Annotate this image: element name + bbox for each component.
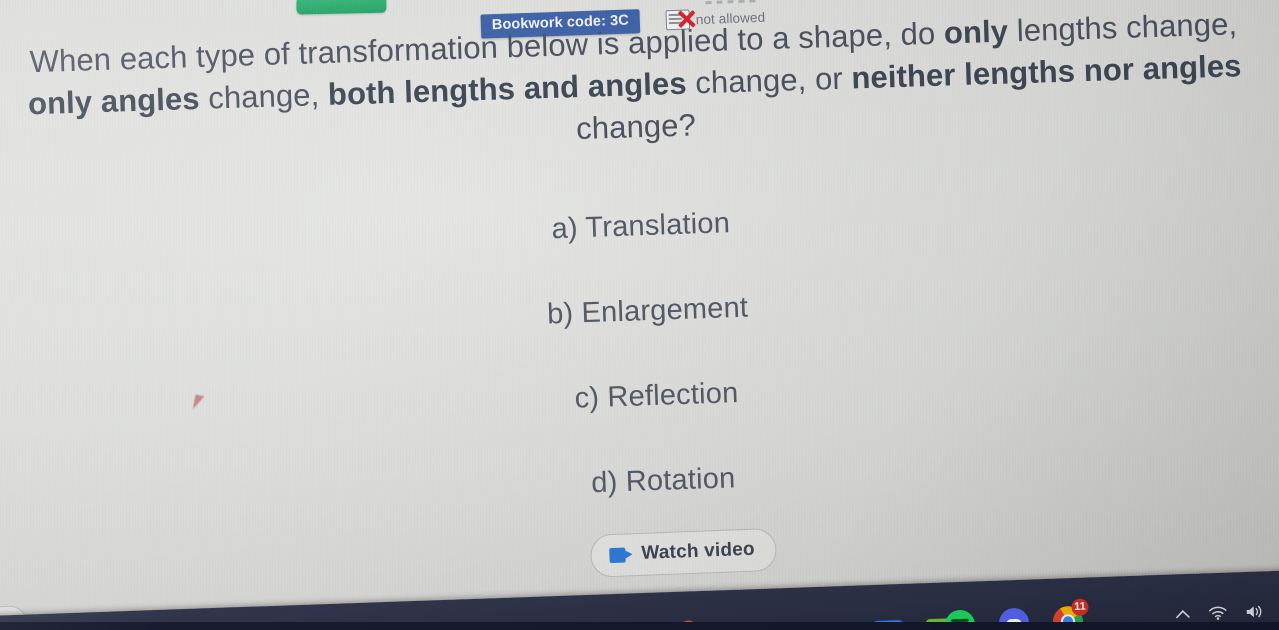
question-part-2: lengths change,: [1007, 6, 1238, 49]
question-part-3: change,: [199, 76, 329, 116]
watch-video-label: Watch video: [641, 538, 756, 564]
question-bold-4: neither lengths nor angles: [850, 48, 1242, 96]
quiz-page: Bookwork code: 3C not allowed When each …: [0, 0, 1279, 630]
video-camera-icon: [609, 547, 633, 563]
laptop-screen: Bookwork code: 3C not allowed When each …: [0, 0, 1279, 630]
chrome-notification-badge: 11: [1071, 598, 1089, 617]
question-bold-3: both lengths and angles: [327, 65, 688, 112]
option-c[interactable]: c) Reflection: [32, 359, 1279, 434]
wifi-icon[interactable]: [1208, 605, 1229, 622]
answer-options: a) Translation b) Enlargement c) Reflect…: [0, 196, 1279, 564]
mouse-cursor: [192, 394, 211, 413]
option-b[interactable]: b) Enlargement: [16, 274, 1279, 350]
dashed-divider: [705, 0, 761, 5]
system-tray: [1175, 602, 1279, 623]
question-part-4: change, or: [686, 60, 852, 101]
screen-bezel: [0, 622, 1279, 630]
screen-photo: Bookwork code: 3C not allowed When each …: [0, 0, 1279, 630]
green-progress-chip: [296, 0, 387, 15]
option-a[interactable]: a) Translation: [4, 189, 1277, 265]
question-bold-2: only angles: [27, 80, 201, 122]
question-part-5: change?: [575, 107, 697, 146]
show-hidden-icons-chevron-icon[interactable]: [1175, 608, 1191, 621]
volume-icon[interactable]: [1245, 603, 1266, 620]
watch-video-button[interactable]: Watch video: [589, 527, 778, 578]
option-d[interactable]: d) Rotation: [44, 444, 1279, 519]
question-text: When each type of transformation below i…: [0, 2, 1276, 168]
question-bold-1: only: [943, 13, 1009, 51]
